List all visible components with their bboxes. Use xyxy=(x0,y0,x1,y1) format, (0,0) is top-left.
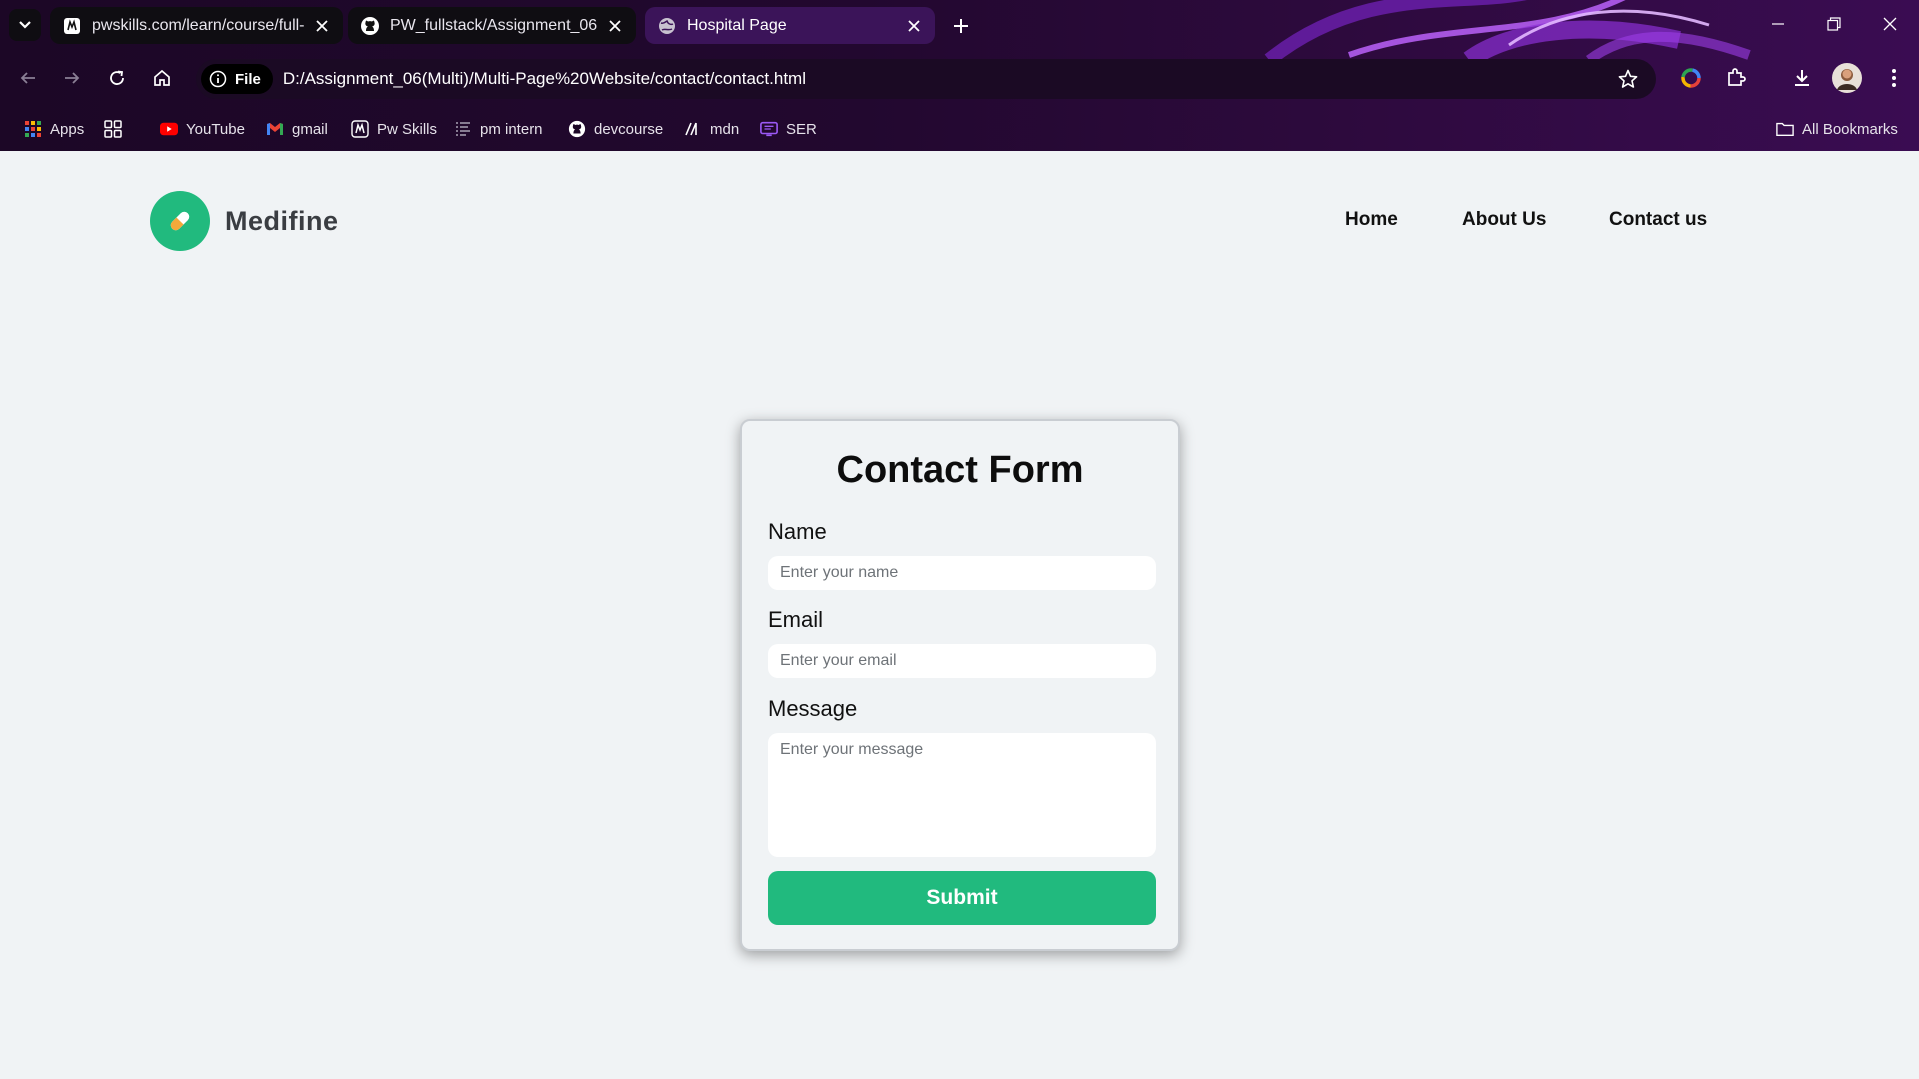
tab-github[interactable]: PW_fullstack/Assignment_06(M xyxy=(348,7,636,44)
pill-icon xyxy=(150,191,210,251)
back-button[interactable] xyxy=(10,60,46,96)
pwskills-icon xyxy=(351,120,369,138)
home-button[interactable] xyxy=(144,60,180,96)
bookmark-devcourse[interactable]: devcourse xyxy=(568,116,663,142)
bookmark-label: gmail xyxy=(292,120,328,138)
avatar-icon xyxy=(1832,63,1862,93)
chevron-down-icon xyxy=(19,21,31,29)
profile-avatar[interactable] xyxy=(1829,60,1865,96)
message-label: Message xyxy=(768,696,858,721)
submit-button[interactable]: Submit xyxy=(768,871,1156,925)
form-title: Contact Form xyxy=(836,449,1084,491)
bookmark-label: Pw Skills xyxy=(377,120,438,138)
arrow-right-icon xyxy=(65,72,80,84)
bookmark-mdn[interactable]: mdn xyxy=(684,116,739,142)
bookmark-youtube[interactable]: YouTube xyxy=(160,116,245,142)
email-label: Email xyxy=(768,607,824,632)
minimize-icon xyxy=(1772,23,1784,25)
bookmark-pm-intern[interactable]: pm intern xyxy=(454,116,543,142)
bookmark-label: mdn xyxy=(710,120,740,138)
info-icon xyxy=(209,70,227,88)
gmail-icon xyxy=(266,120,284,138)
tab-pwskills[interactable]: pwskills.com/learn/course/full-s xyxy=(50,7,343,44)
mdn-icon xyxy=(684,120,702,138)
minimize-button[interactable] xyxy=(1750,0,1806,48)
puzzle-icon xyxy=(1728,68,1746,86)
youtube-icon xyxy=(160,120,178,138)
site-info-label: File xyxy=(235,70,261,88)
bookmark-ser[interactable]: SER xyxy=(760,116,817,142)
ser-icon xyxy=(760,120,778,138)
all-bookmarks-label: All Bookmarks xyxy=(1802,120,1898,138)
tab-title: pwskills.com/learn/course/full-s xyxy=(92,16,305,34)
extension-button[interactable] xyxy=(1673,60,1709,96)
name-label: Name xyxy=(768,519,827,544)
web-page: Medifine Home About Us Contact us Contac… xyxy=(0,151,1919,1079)
close-window-button[interactable] xyxy=(1862,0,1918,48)
tab-title: PW_fullstack/Assignment_06(M xyxy=(390,16,598,34)
all-bookmarks-button[interactable]: All Bookmarks xyxy=(1776,116,1898,142)
bookmark-label: pm intern xyxy=(480,120,543,138)
site-info-chip[interactable]: File xyxy=(201,64,273,94)
github-icon xyxy=(568,120,586,138)
pwskills-icon xyxy=(62,16,82,36)
bookmark-pw-skills[interactable]: Pw Skills xyxy=(351,116,437,142)
close-icon[interactable] xyxy=(606,17,624,35)
tab-groups-icon xyxy=(104,120,122,138)
email-input[interactable] xyxy=(768,644,1156,678)
brand-name: Medifine xyxy=(225,205,339,236)
arrow-left-icon xyxy=(20,72,35,84)
nav-home[interactable]: Home xyxy=(1345,209,1398,231)
home-icon xyxy=(154,69,170,86)
close-icon xyxy=(1883,17,1897,31)
nav-contact-us[interactable]: Contact us xyxy=(1609,209,1707,231)
plus-icon xyxy=(954,19,968,33)
tab-search-button[interactable] xyxy=(9,9,41,41)
bookmark-star-icon[interactable] xyxy=(1618,69,1638,89)
restore-button[interactable] xyxy=(1806,0,1862,48)
browser-toolbar: File D:/Assignment_06(Multi)/Multi-Page%… xyxy=(0,50,1919,108)
address-bar[interactable]: File D:/Assignment_06(Multi)/Multi-Page%… xyxy=(196,59,1656,99)
download-icon xyxy=(1795,70,1809,86)
name-input[interactable] xyxy=(768,556,1156,590)
contact-form: Contact Form Name Email Message Submit xyxy=(740,419,1180,951)
new-tab-button[interactable] xyxy=(944,9,978,43)
browser-menu-button[interactable] xyxy=(1876,60,1912,96)
bookmark-gmail[interactable]: gmail xyxy=(266,116,328,142)
browser-chrome: pwskills.com/learn/course/full-s PW_full… xyxy=(0,0,1919,151)
more-vertical-icon xyxy=(1892,69,1896,87)
bookmark-label: SER xyxy=(786,120,817,138)
bookmarks-bar: Apps YouTube gmail Pw Skills pm intern d… xyxy=(0,108,1919,151)
site-logo[interactable]: Medifine xyxy=(150,191,339,251)
reload-icon xyxy=(110,70,124,85)
bookmark-apps[interactable]: Apps xyxy=(24,116,84,142)
tab-strip: pwskills.com/learn/course/full-s PW_full… xyxy=(0,0,1919,50)
tab-hospital-page[interactable]: Hospital Page xyxy=(645,7,935,44)
tab-groups-button[interactable] xyxy=(104,116,130,142)
github-icon xyxy=(360,16,380,36)
reload-button[interactable] xyxy=(99,60,135,96)
apps-grid-icon xyxy=(24,120,42,138)
downloads-button[interactable] xyxy=(1784,60,1820,96)
close-icon[interactable] xyxy=(905,17,923,35)
tab-title: Hospital Page xyxy=(687,16,787,34)
list-icon xyxy=(454,120,472,138)
forward-button[interactable] xyxy=(54,60,90,96)
bookmark-label: Apps xyxy=(50,120,85,138)
folder-icon xyxy=(1776,120,1794,138)
extensions-button[interactable] xyxy=(1718,60,1754,96)
message-textarea[interactable] xyxy=(768,733,1156,857)
restore-icon xyxy=(1827,17,1841,31)
url-text[interactable]: D:/Assignment_06(Multi)/Multi-Page%20Web… xyxy=(283,69,806,89)
bookmark-label: devcourse xyxy=(594,120,664,138)
bookmark-label: YouTube xyxy=(186,120,245,138)
globe-icon xyxy=(657,16,677,36)
close-icon[interactable] xyxy=(313,17,331,35)
nav-about-us[interactable]: About Us xyxy=(1462,209,1546,231)
color-ring-icon xyxy=(1681,68,1701,88)
